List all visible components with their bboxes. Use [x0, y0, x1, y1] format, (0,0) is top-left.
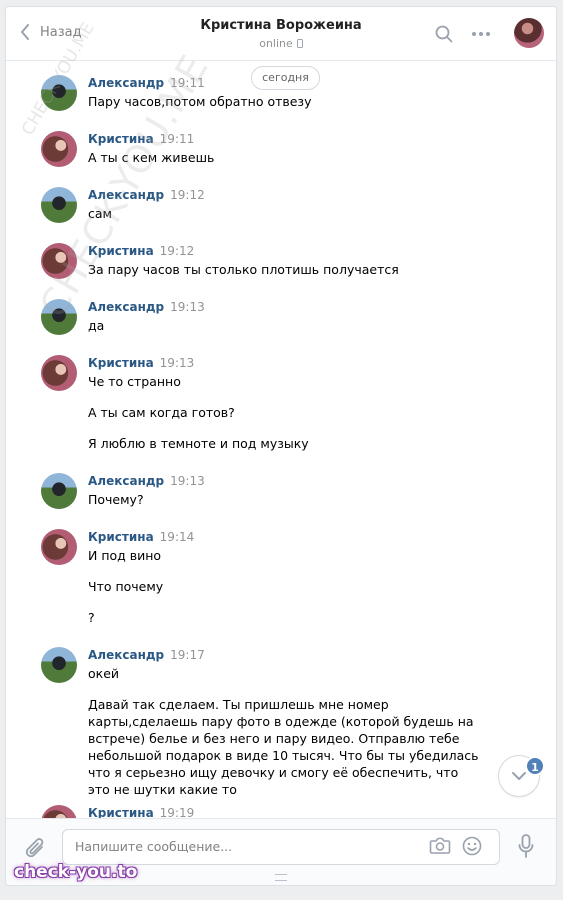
- author-name[interactable]: Александр: [88, 648, 164, 662]
- message-text: сам: [88, 206, 112, 221]
- chevron-down-icon: [512, 772, 526, 780]
- attach-icon[interactable]: [25, 837, 47, 861]
- message-text: А ты сам когда готов?: [88, 405, 235, 420]
- author-name[interactable]: Кристина: [88, 356, 154, 370]
- message-meta: Александр 19:13: [88, 300, 205, 314]
- avatar[interactable]: [41, 647, 77, 683]
- date-divider: сегодня: [251, 66, 320, 90]
- message-text: Почему?: [88, 492, 144, 507]
- resize-handle[interactable]: [275, 874, 287, 881]
- message-text: Давай так сделаем. Ты пришлешь мне номер…: [88, 697, 479, 797]
- avatar[interactable]: [41, 355, 77, 391]
- message-time: 19:13: [159, 356, 195, 370]
- author-name[interactable]: Александр: [88, 300, 164, 314]
- message-time: 19:17: [170, 648, 205, 662]
- author-name[interactable]: Александр: [88, 474, 164, 488]
- message-time: 19:14: [159, 530, 195, 544]
- avatar[interactable]: [41, 187, 77, 223]
- author-name[interactable]: Кристина: [88, 530, 154, 544]
- message-text: ?: [88, 610, 95, 625]
- message-text: Я люблю в темноте и под музыку: [88, 436, 309, 451]
- phone-icon: [296, 39, 303, 48]
- message-meta: Александр 19:17: [88, 648, 205, 662]
- peer-status-text: online: [259, 37, 293, 50]
- microphone-icon[interactable]: [518, 834, 534, 860]
- avatar[interactable]: [41, 131, 77, 167]
- message-meta: Александр 19:13: [88, 474, 205, 488]
- message-text: Че то странно: [88, 374, 181, 389]
- message-text: Что почему: [88, 579, 164, 594]
- message-text: да: [88, 318, 105, 333]
- message-time: 19:12: [170, 188, 205, 202]
- search-icon[interactable]: [435, 25, 453, 43]
- message-input-placeholder: Напишите сообщение...: [75, 839, 233, 854]
- message-time: 19:12: [159, 244, 195, 258]
- message-text: окей: [88, 666, 120, 681]
- author-name[interactable]: Александр: [88, 76, 164, 90]
- chat-window: Назад Кристина Ворожеина online сегодня …: [5, 6, 557, 886]
- more-icon[interactable]: [471, 31, 491, 37]
- peer-avatar[interactable]: [514, 18, 544, 48]
- unread-badge: 1: [525, 756, 545, 776]
- message-text: И под вино: [88, 548, 162, 563]
- message-text: За пару часов ты столько плотишь получае…: [88, 262, 399, 277]
- camera-icon[interactable]: [429, 837, 451, 855]
- avatar[interactable]: [41, 529, 77, 565]
- emoji-icon[interactable]: [462, 836, 482, 856]
- message-time: 19:13: [170, 300, 205, 314]
- watermark-logo: check-you.to: [14, 862, 138, 882]
- message-input[interactable]: Напишите сообщение...: [62, 829, 500, 865]
- message-meta: Кристина 19:13: [88, 356, 194, 370]
- avatar[interactable]: [41, 473, 77, 509]
- message-time: 19:13: [170, 474, 205, 488]
- message-meta: Кристина 19:14: [88, 530, 194, 544]
